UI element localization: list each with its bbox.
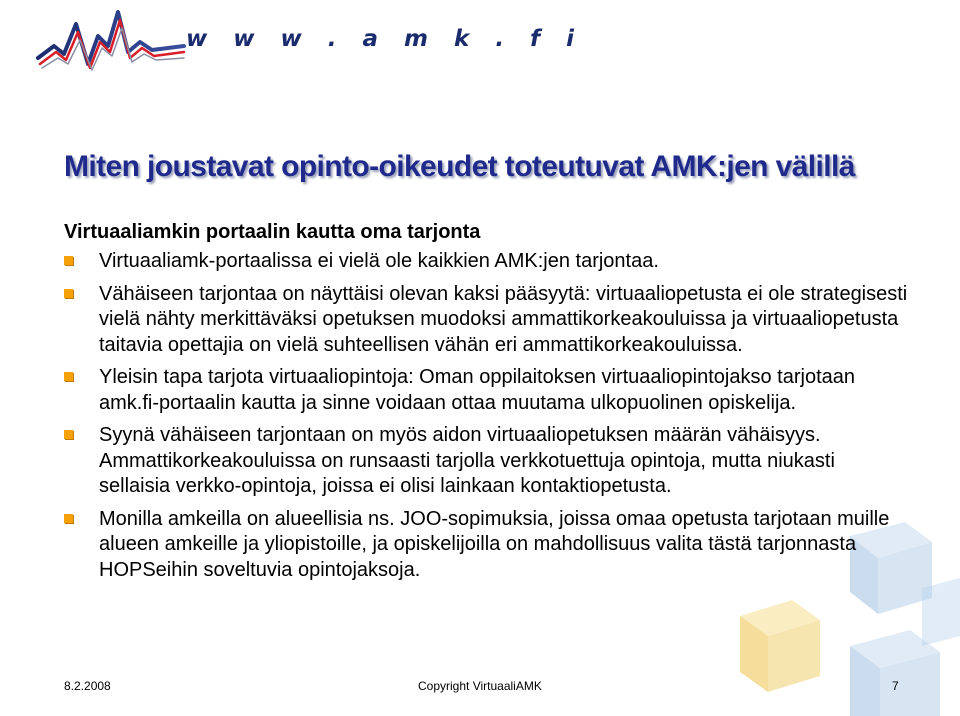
orange-square-icon [64,372,73,381]
bullet-text: Syynä vähäiseen tarjontaan on myös aidon… [99,424,835,497]
footer-copyright: Copyright VirtuaaliAMK [418,679,542,693]
logo-url-text: w w w . a m k . f i [186,26,583,52]
bullet-text: Virtuaaliamk-portaalissa ei vielä ole ka… [99,250,659,272]
amk-wave-logo-icon [36,10,186,71]
slide-title: Miten joustavat opinto-oikeudet toteutuv… [64,150,855,183]
slide: w w w . a m k . f i Miten joustavat opin… [0,0,960,716]
bullet-item: Virtuaaliamk-portaalissa ei vielä ole ka… [64,249,924,275]
bullet-text: Vähäiseen tarjontaa on näyttäisi olevan … [99,282,908,356]
orange-square-icon [64,256,73,265]
page-number: 7 [892,679,899,693]
header: w w w . a m k . f i [0,0,960,82]
subheading: Virtuaaliamkin portaalin kautta oma tarj… [64,221,481,243]
orange-square-icon [64,430,73,439]
bullet-item: Monilla amkeilla on alueellisia ns. JOO-… [64,507,924,584]
bullet-text: Yleisin tapa tarjota virtuaaliopintoja: … [99,366,855,414]
orange-square-icon [64,288,73,298]
bullet-item: Vähäiseen tarjontaa on näyttäisi olevan … [64,282,924,359]
slide-content: Virtuaaliamkin portaalin kautta oma tarj… [64,220,924,590]
orange-square-icon [64,513,73,523]
bullet-item: Yleisin tapa tarjota virtuaaliopintoja: … [64,365,924,416]
bullet-item: Syynä vähäiseen tarjontaan on myös aidon… [64,423,924,500]
footer-date: 8.2.2008 [64,679,111,693]
bullet-text: Monilla amkeilla on alueellisia ns. JOO-… [99,507,890,581]
